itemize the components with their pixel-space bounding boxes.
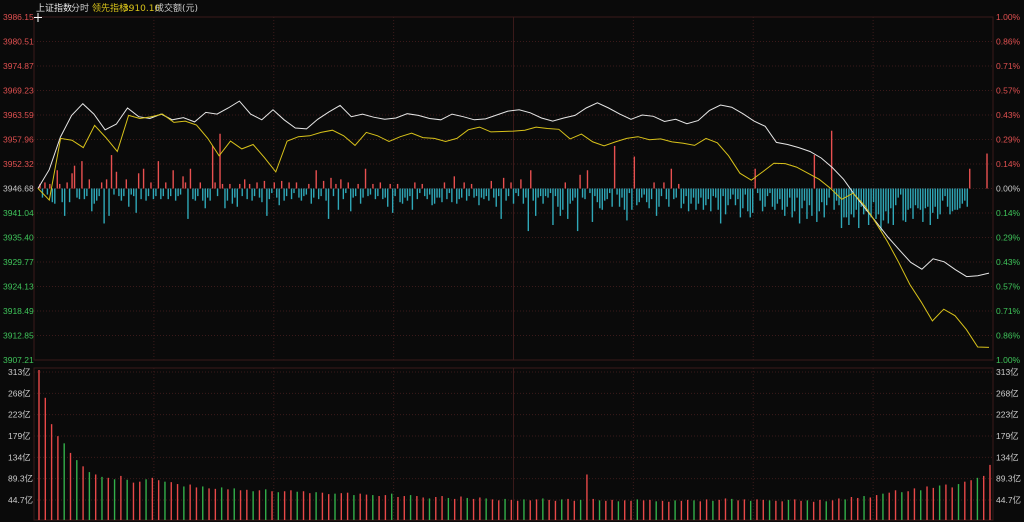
- y-tick-left: 3946.68: [3, 184, 34, 194]
- y-tick-right: 0.71%: [996, 61, 1021, 71]
- y-tick-left: 3918.49: [3, 306, 34, 316]
- y-tick-right: 0.71%: [996, 306, 1021, 316]
- y-tick-left: 3974.87: [3, 61, 34, 71]
- y-tick-right: 1.00%: [996, 12, 1021, 22]
- y-tick-left: 3907.21: [3, 355, 34, 365]
- y-tick-right: 0.57%: [996, 282, 1021, 292]
- y-tick-left: 3980.51: [3, 37, 34, 47]
- vol-tick-right: 89.3亿: [996, 474, 1021, 484]
- y-tick-right: 0.14%: [996, 159, 1021, 169]
- vol-tick-left: 44.7亿: [8, 495, 33, 505]
- y-tick-right: 0.29%: [996, 135, 1021, 145]
- y-tick-right: 0.86%: [996, 37, 1021, 47]
- y-tick-left: 3935.40: [3, 233, 34, 243]
- vol-tick-right: 179亿: [996, 431, 1019, 441]
- vol-tick-right: 44.7亿: [996, 495, 1021, 505]
- volume-label: 成交额(元): [155, 4, 199, 14]
- y-tick-left: 3941.04: [3, 208, 34, 218]
- vol-tick-left: 89.3亿: [8, 474, 33, 484]
- vol-tick-right: 313亿: [996, 367, 1019, 377]
- y-tick-left: 3952.32: [3, 159, 34, 169]
- vol-tick-right: 223亿: [996, 410, 1019, 420]
- y-tick-left: 3924.13: [3, 282, 34, 292]
- intraday-chart: 3986.15 1.00% 3980.51 0.86% 3974.87 0.71% 3969…: [0, 0, 1024, 522]
- y-tick-right: 0.00%: [996, 184, 1021, 194]
- mode-label[interactable]: 分时: [71, 3, 89, 15]
- y-tick-left: 3969.23: [3, 86, 34, 96]
- y-tick-left: 3957.96: [3, 135, 34, 145]
- y-tick-left: 3929.77: [3, 257, 34, 267]
- y-tick-right: 0.57%: [996, 86, 1021, 96]
- y-tick-left: 3963.59: [3, 110, 34, 120]
- y-tick-right: 0.43%: [996, 257, 1021, 267]
- vol-tick-right: 268亿: [996, 388, 1019, 398]
- y-tick-right: 0.14%: [996, 208, 1021, 218]
- y-tick-right: 0.43%: [996, 110, 1021, 120]
- y-tick-right: 0.29%: [996, 233, 1021, 243]
- index-name-label[interactable]: 上证指数: [36, 3, 72, 15]
- y-tick-right: 0.86%: [996, 331, 1021, 341]
- y-tick-left: 3986.15: [3, 12, 34, 22]
- y-tick-left: 3912.85: [3, 331, 34, 341]
- y-tick-right: 1.00%: [996, 355, 1021, 365]
- vol-tick-left: 179亿: [8, 431, 31, 441]
- vol-tick-left: 313亿: [8, 367, 31, 377]
- vol-tick-left: 134亿: [8, 452, 31, 462]
- vol-tick-right: 134亿: [996, 452, 1019, 462]
- vol-tick-left: 223亿: [8, 410, 31, 420]
- vol-tick-left: 268亿: [8, 388, 31, 398]
